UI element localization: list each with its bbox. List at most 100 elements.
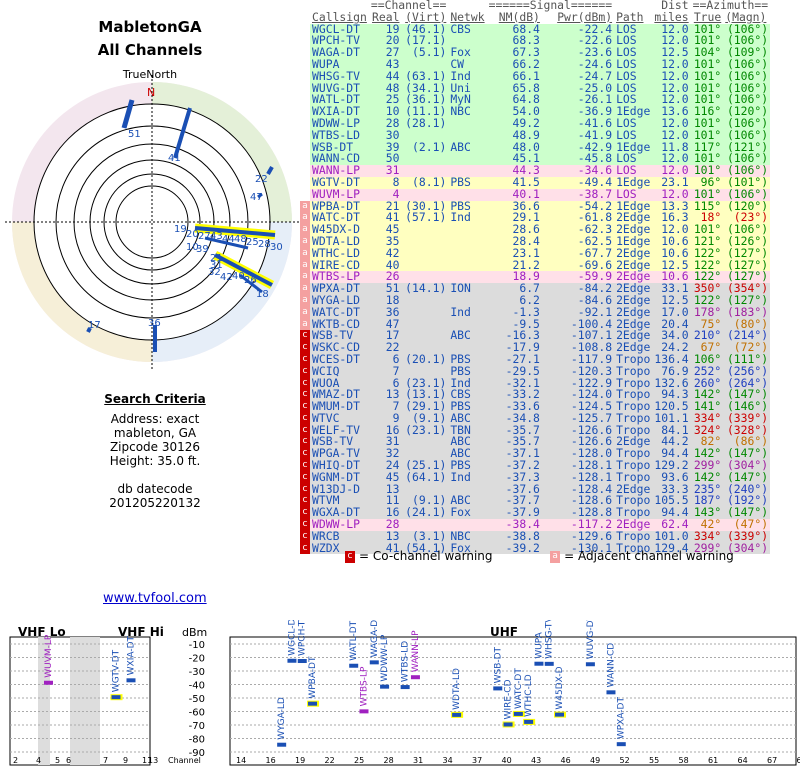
table-cell <box>401 295 448 307</box>
signal-bar <box>349 664 358 668</box>
station-title: MabletonGA <box>0 18 300 36</box>
dbm-tick: -50 <box>189 694 205 705</box>
signal-bar-label: WPCH-TV <box>298 620 308 656</box>
signal-bar <box>308 702 317 706</box>
polar-label: 48 <box>234 234 247 245</box>
north-mark: N <box>147 86 155 99</box>
criteria-line: Height: 35.0 ft. <box>60 454 250 468</box>
channel-table: ==Channel== ======Signal====== Dist ==Az… <box>300 0 770 554</box>
table-cell: CBS <box>448 24 486 36</box>
table-cell: (28.1) <box>401 118 448 130</box>
station-subtitle: All Channels <box>0 41 300 59</box>
table-cell <box>401 436 448 448</box>
table-cell <box>401 260 448 272</box>
search-criteria: Search Criteria Address: exact mableton,… <box>60 392 250 510</box>
signal-bar-label: WGTV-DT <box>112 649 122 692</box>
tvfool-link[interactable]: www.tvfool.com <box>103 591 207 606</box>
polar-label: 17 <box>88 320 101 331</box>
signal-bar <box>44 681 53 685</box>
table-cell: (23.1) <box>401 425 448 437</box>
signal-bar-label: WIRE-CD <box>504 679 514 719</box>
signal-bar <box>127 678 136 682</box>
table-cell <box>448 224 486 236</box>
signal-bar <box>555 713 564 717</box>
channel-tick: 40 <box>502 756 512 765</box>
criteria-line: Address: exact <box>60 412 250 426</box>
channel-tick: 9 <box>123 756 128 765</box>
signal-bar-label: WTBS-LP <box>359 666 369 706</box>
signal-bar-label: WYGA-LD <box>277 697 287 740</box>
signal-bar <box>370 660 379 664</box>
warning-mark: c <box>300 413 310 425</box>
channel-tick: 37 <box>472 756 482 765</box>
table-cell: (20.1) <box>401 354 448 366</box>
co-channel-text: = Co-channel warning <box>359 549 493 563</box>
signal-bar-label: WANN-LP <box>411 630 421 672</box>
table-cell: (24.1) <box>401 507 448 519</box>
warning-mark: a <box>300 283 310 295</box>
dbm-tick: -90 <box>189 748 205 759</box>
table-cell <box>401 330 448 342</box>
polar-label: 43 <box>210 231 223 242</box>
polar-label: 40 <box>232 271 245 282</box>
signal-bar-label: WHSG-TV <box>545 620 555 659</box>
channel-table-wrap: ==Channel== ======Signal====== Dist ==Az… <box>300 0 770 554</box>
polar-label: 41 <box>168 153 181 164</box>
signal-bar <box>452 713 461 717</box>
table-cell: NBC <box>448 106 486 118</box>
warning-mark <box>300 106 310 118</box>
warn-col-header <box>300 12 310 24</box>
table-cell: (57.1) <box>401 212 448 224</box>
warning-mark: c <box>300 543 310 555</box>
warning-mark: c <box>300 330 310 342</box>
channel-tick: 6 <box>66 756 71 765</box>
signal-bar <box>359 709 368 713</box>
table-cell <box>401 248 448 260</box>
signal-bar <box>617 742 626 746</box>
channel-tick: 67 <box>767 756 777 765</box>
polar-label: 18 <box>256 289 269 300</box>
warning-mark: a <box>300 271 310 283</box>
channel-tick: 7 <box>103 756 108 765</box>
signal-bar <box>380 685 389 689</box>
vhf-hi-label: VHF Hi <box>118 625 164 639</box>
warning-mark: a <box>300 319 310 331</box>
criteria-line: mableton, GA <box>60 426 250 440</box>
table-cell <box>401 224 448 236</box>
polar-label: 51 <box>128 129 141 140</box>
signal-bar-label: WATL-DT <box>349 620 359 660</box>
co-channel-mark: c <box>345 551 355 563</box>
table-cell: (2.1) <box>401 142 448 154</box>
warning-mark: c <box>300 378 310 390</box>
warning-mark: c <box>300 531 310 543</box>
table-cell <box>448 153 486 165</box>
table-cell: ION <box>448 283 486 295</box>
polar-label: 26 <box>244 275 257 286</box>
signal-bar-label: WTHC-LD <box>524 674 534 717</box>
warning-mark: a <box>300 212 310 224</box>
table-cell: Ind <box>448 307 486 319</box>
signal-bar <box>401 685 410 689</box>
channel-tick: 5 <box>55 756 60 765</box>
warning-mark <box>300 153 310 165</box>
channel-tick: 2 <box>13 756 18 765</box>
warning-legend: c= Co-channel warning a= Adjacent channe… <box>345 549 734 563</box>
warning-mark: c <box>300 425 310 437</box>
warning-mark: a <box>300 307 310 319</box>
signal-bar-label: WUVG-DT <box>586 620 596 659</box>
signal-bar-label: WPXA-DT <box>617 697 627 740</box>
polar-plot: N 51 41 22 47 17 36 19 20 27 43 44 48 25… <box>0 70 310 382</box>
channel-tick: 46 <box>561 756 571 765</box>
warning-mark <box>300 130 310 142</box>
table-cell <box>401 307 448 319</box>
left-panel: MabletonGA All Channels TrueNorth N <box>0 0 310 560</box>
channel-tick: 34 <box>443 756 453 765</box>
dbm-tick: -80 <box>189 735 205 746</box>
criteria-line: db datecode <box>60 482 250 496</box>
spectrum-svg: VHF Lo VHF Hi UHF dBm Channel -10-20-30-… <box>0 620 800 768</box>
signal-bar-label: WDWW-LP <box>380 634 390 682</box>
signal-bar <box>606 690 615 694</box>
signal-bar <box>287 659 296 663</box>
channel-tick: 69 <box>797 756 800 765</box>
channel-tick: 52 <box>620 756 630 765</box>
